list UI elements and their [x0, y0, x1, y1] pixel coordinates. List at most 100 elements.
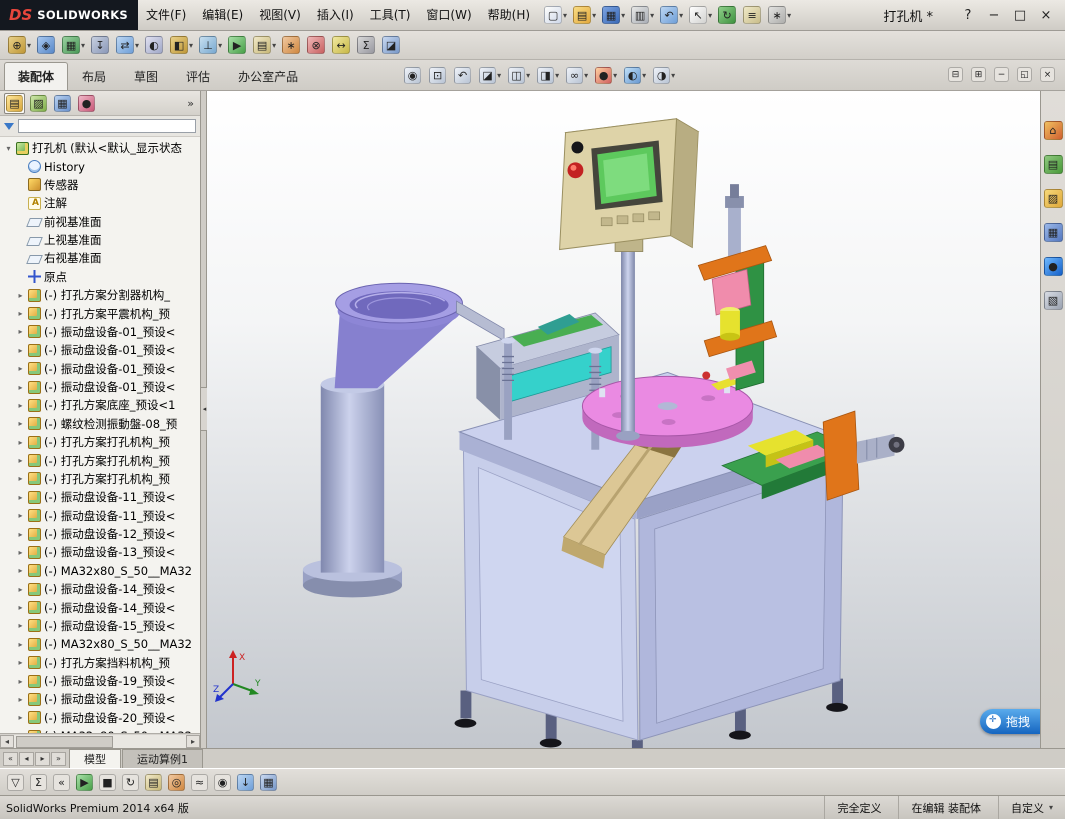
tree-item[interactable]: 传感器 — [2, 176, 200, 194]
undo-icon[interactable]: ↶▾ — [658, 4, 685, 26]
split-vertical-icon[interactable]: ⊞ — [969, 65, 988, 84]
tree-item[interactable]: ▸ (-) 打孔方案打孔机构_预 — [2, 433, 200, 451]
menu-item[interactable]: 帮助(H) — [480, 0, 538, 30]
maximize-button[interactable]: □ — [1011, 8, 1029, 23]
expand-arrow-icon[interactable]: ▸ — [16, 566, 25, 575]
status-editing[interactable]: 在编辑 装配体 — [898, 796, 998, 819]
new-motion-study-icon[interactable]: ▶ — [226, 34, 249, 56]
tree-item[interactable]: ▸ (-) MA32x80_S_50__MA32 — [2, 562, 200, 580]
mass-properties-icon[interactable]: Σ — [355, 34, 378, 56]
new-document-icon[interactable]: ▢▾ — [542, 4, 569, 26]
tree-root-item[interactable]: ▾ 打孔机 (默认<默认_显示状态 — [2, 139, 200, 157]
expand-arrow-icon[interactable]: ▸ — [16, 364, 25, 373]
play-from-start-icon[interactable]: « — [51, 772, 72, 793]
rebuild-icon[interactable]: ↻ — [716, 4, 739, 26]
menu-item[interactable]: 工具(T) — [362, 0, 419, 30]
exploded-view-icon[interactable]: ∗ — [280, 34, 303, 56]
drag-hint-badge[interactable]: 拖拽 — [980, 709, 1040, 734]
expand-arrow-icon[interactable]: ▾ — [4, 144, 13, 153]
status-fully-defined[interactable]: 完全定义 — [824, 796, 898, 819]
tree-item[interactable]: ▸ (-) 振动盘设备-15_预设< — [2, 617, 200, 635]
help-button[interactable]: ? — [959, 8, 977, 23]
tree-item[interactable]: ▸ (-) 振动盘设备-14_预设< — [2, 580, 200, 598]
tree-item[interactable]: 右视基准面 — [2, 249, 200, 267]
tree-item[interactable]: 原点 — [2, 268, 200, 286]
expand-arrow-icon[interactable]: ▸ — [16, 493, 25, 502]
smart-fasteners-icon[interactable]: ↧ — [89, 34, 112, 56]
expand-arrow-icon[interactable]: ▸ — [16, 309, 25, 318]
view-settings-icon[interactable]: ◑▾ — [651, 65, 677, 86]
menu-item[interactable]: 文件(F) — [138, 0, 194, 30]
close-button[interactable]: × — [1037, 8, 1055, 23]
tab-layout[interactable]: 布局 — [68, 62, 120, 90]
scroll-tabs-left-icon[interactable]: ◂ — [19, 752, 34, 766]
displaymanager-tab-icon[interactable]: ● — [76, 93, 97, 114]
motor-icon[interactable]: ◎ — [166, 772, 187, 793]
tab-sketch[interactable]: 草图 — [120, 62, 172, 90]
apply-scene-icon[interactable]: ◐▾ — [622, 65, 648, 86]
tree-item[interactable]: ▸ (-) 振动盘设备-01_预设< — [2, 341, 200, 359]
print-icon[interactable]: ▥▾ — [629, 4, 656, 26]
file-explorer-icon[interactable]: ▨ — [1042, 187, 1065, 210]
minimize-button[interactable]: − — [985, 8, 1003, 23]
view-orientation-icon[interactable]: ◫▾ — [506, 65, 532, 86]
expand-arrow-icon[interactable]: ▸ — [16, 603, 25, 612]
tree-item[interactable]: ▸ (-) 打孔方案挡料机构_预 — [2, 654, 200, 672]
tree-item[interactable]: 注解 — [2, 194, 200, 212]
open-icon[interactable]: ▤▾ — [571, 4, 598, 26]
stop-icon[interactable]: ■ — [97, 772, 118, 793]
tree-horizontal-scrollbar[interactable]: ◂ ▸ — [0, 733, 200, 748]
insert-components-icon[interactable]: ⊕▾ — [6, 34, 33, 56]
tree-item[interactable]: ▸ (-) 振动盘设备-12_预设< — [2, 525, 200, 543]
expand-arrow-icon[interactable]: ▸ — [16, 640, 25, 649]
expand-arrow-icon[interactable]: ▸ — [16, 291, 25, 300]
loop-icon[interactable]: ↻ — [120, 772, 141, 793]
spring-icon[interactable]: ≈ — [189, 772, 210, 793]
animation-wizard-icon[interactable]: ▤ — [143, 772, 164, 793]
zoom-to-area-icon[interactable]: ⊡ — [427, 65, 449, 86]
menu-item[interactable]: 编辑(E) — [194, 0, 251, 30]
select-cursor-icon[interactable]: ↖▾ — [687, 4, 714, 26]
scroll-tabs-end-icon[interactable]: » — [51, 752, 66, 766]
move-component-icon[interactable]: ⇄▾ — [114, 34, 141, 56]
panel-overflow-chevron[interactable]: » — [187, 97, 196, 110]
expand-arrow-icon[interactable]: ▸ — [16, 621, 25, 630]
save-icon[interactable]: ▦▾ — [600, 4, 627, 26]
expand-arrow-icon[interactable]: ▸ — [16, 474, 25, 483]
tree-item[interactable]: ▸ (-) 振动盘设备-01_预设< — [2, 360, 200, 378]
expand-arrow-icon[interactable]: ▸ — [16, 548, 25, 557]
edit-appearance-icon[interactable]: ●▾ — [593, 65, 619, 86]
configurationmanager-tab-icon[interactable]: ▦ — [52, 93, 73, 114]
reference-geometry-icon[interactable]: ⊥▾ — [197, 34, 224, 56]
menu-item[interactable]: 窗口(W) — [418, 0, 479, 30]
tree-item[interactable]: ▸ (-) 打孔方案底座_预设<1 — [2, 396, 200, 414]
tree-item[interactable]: ▸ (-) 振动盘设备-20_预设< — [2, 709, 200, 727]
scrollbar-track[interactable] — [14, 735, 186, 748]
tree-item[interactable]: ▸ (-) 振动盘设备-01_预设< — [2, 378, 200, 396]
show-hidden-components-icon[interactable]: ◐ — [143, 34, 166, 56]
tree-item[interactable]: History — [2, 157, 200, 175]
scroll-tabs-start-icon[interactable]: « — [3, 752, 18, 766]
tree-item[interactable]: ▸ (-) 螺纹检测振動盤-08_预 — [2, 415, 200, 433]
filter-funnel-icon[interactable] — [4, 123, 14, 130]
scrollbar-thumb[interactable] — [16, 736, 113, 748]
hide-show-items-icon[interactable]: ∞▾ — [564, 65, 590, 86]
tab-office-products[interactable]: 办公室产品 — [224, 62, 312, 90]
tree-item[interactable]: ▸ (-) 振动盘设备-01_预设< — [2, 323, 200, 341]
section-view-icon[interactable]: ◪▾ — [477, 65, 503, 86]
linear-component-pattern-icon[interactable]: ▦▾ — [60, 34, 87, 56]
resources-home-icon[interactable]: ⌂ — [1042, 119, 1065, 142]
expand-arrow-icon[interactable]: ▸ — [16, 713, 25, 722]
restore-pane-icon[interactable]: ◱ — [1015, 65, 1034, 84]
featuremanager-tab-icon[interactable]: ▤ — [4, 93, 25, 114]
assembly-features-icon[interactable]: ◧▾ — [168, 34, 195, 56]
tab-evaluate[interactable]: 评估 — [172, 62, 224, 90]
expand-arrow-icon[interactable]: ▸ — [16, 419, 25, 428]
interference-detection-icon[interactable]: ⊗ — [305, 34, 328, 56]
close-pane-icon[interactable]: × — [1038, 65, 1057, 84]
section-tool-icon[interactable]: ◪ — [380, 34, 403, 56]
expand-arrow-icon[interactable]: ▸ — [16, 530, 25, 539]
zoom-to-fit-icon[interactable]: ◉ — [402, 65, 424, 86]
tree-item[interactable]: ▸ (-) 打孔方案平震机构_预 — [2, 304, 200, 322]
tree-item[interactable]: ▸ (-) 打孔方案打孔机构_预 — [2, 451, 200, 469]
